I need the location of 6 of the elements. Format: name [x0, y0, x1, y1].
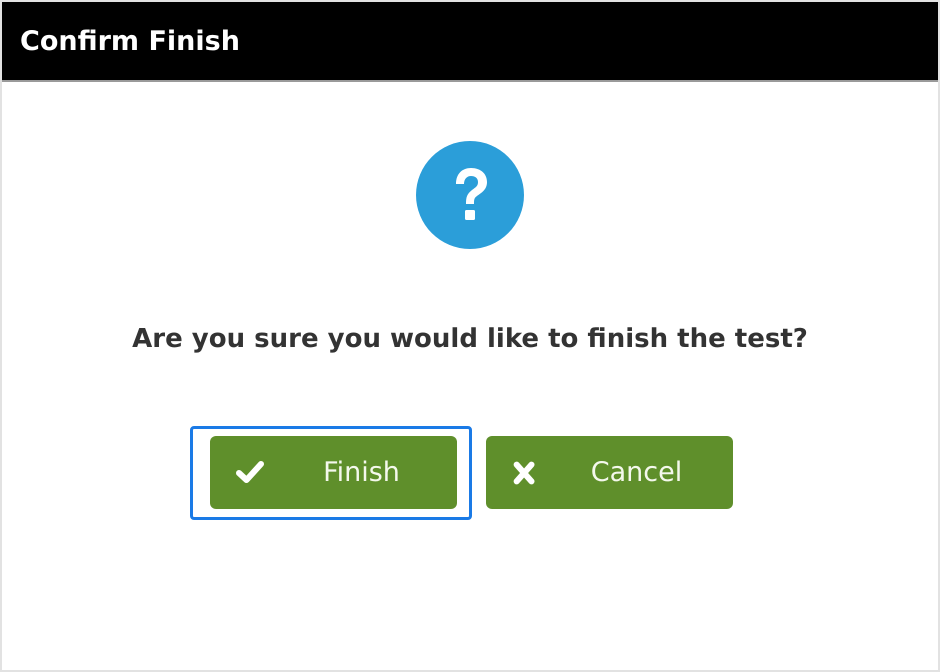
question-icon: [416, 141, 524, 249]
finish-button[interactable]: Finish: [210, 436, 457, 508]
check-icon: [236, 460, 264, 484]
dialog-title: Confirm Finish: [20, 26, 240, 58]
confirm-message: Are you sure you would like to finish the test?: [132, 323, 808, 356]
cancel-button[interactable]: Cancel: [486, 436, 733, 509]
